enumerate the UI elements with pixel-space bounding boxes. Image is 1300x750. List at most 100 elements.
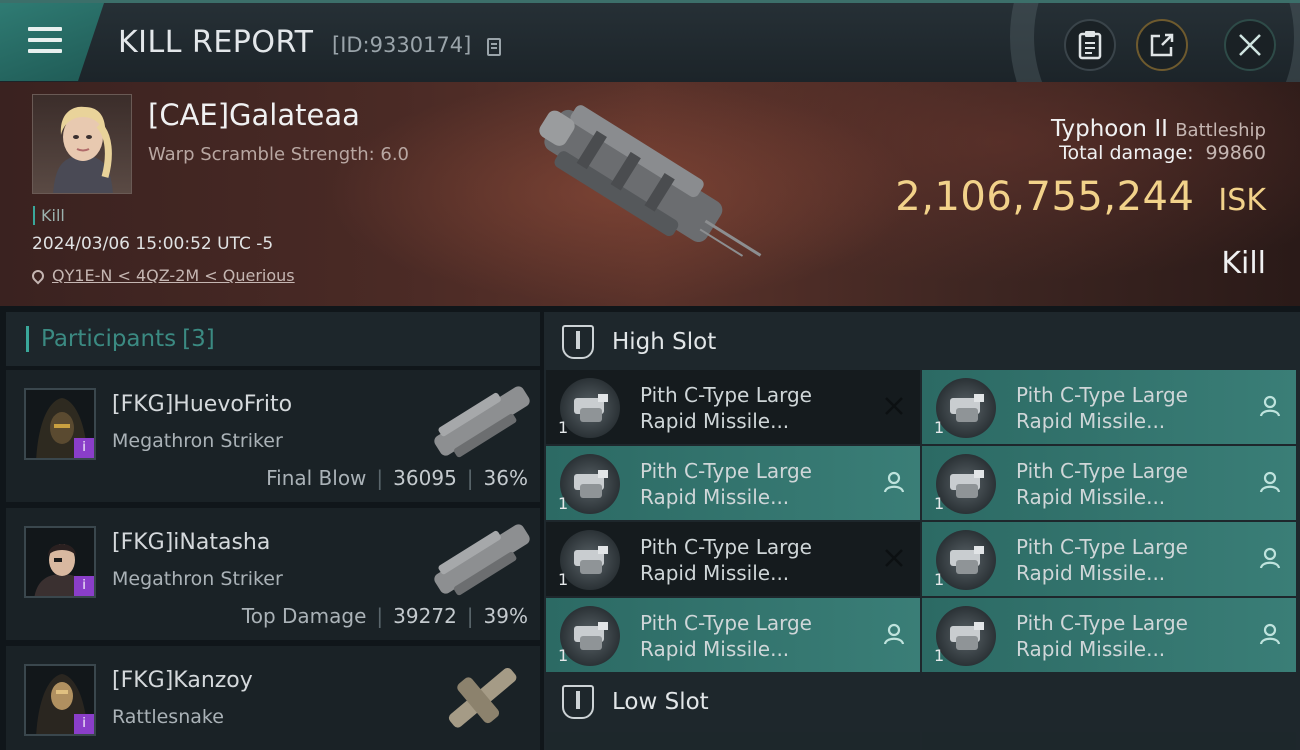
module-name-line1: Pith C-Type Large [1016, 535, 1188, 559]
avatar[interactable]: i [24, 526, 96, 598]
victim-ship[interactable]: Typhoon II Battleship [1051, 116, 1266, 142]
participant-damage: Top Damage | 39272 | 39% [241, 604, 528, 628]
participants-header: Participants [3] [6, 312, 540, 366]
damage-value: 39272 [393, 604, 457, 628]
module-name-line2: Rapid Missile... [640, 561, 790, 585]
module-name-line2: Rapid Missile... [640, 485, 790, 509]
kill-location[interactable]: QY1E-N < 4QZ-2M < Querious [29, 266, 295, 285]
high-slot-header: High Slot [544, 314, 1300, 370]
missile-launcher-icon [560, 530, 620, 590]
participant-name[interactable]: [FKG]Kanzoy [112, 668, 253, 693]
location-pin-icon [29, 267, 47, 284]
damage-value: 36095 [393, 466, 457, 490]
module-name-line1: Pith C-Type Large [640, 383, 812, 407]
person-icon [1259, 547, 1281, 569]
participant-ship-image [448, 667, 517, 728]
participant-row[interactable]: i [FKG]iNatasha Megathron Striker Top Da… [6, 508, 540, 640]
module-item[interactable]: 1 Pith C-Type Large Rapid Missile... [546, 598, 920, 672]
module-item-partial[interactable] [546, 732, 920, 750]
missile-launcher-icon [560, 454, 620, 514]
isk-value: 2,106,755,244 [895, 174, 1195, 220]
module-item-partial[interactable] [922, 732, 1296, 750]
missile-launcher-icon [936, 454, 996, 514]
total-damage-label: Total damage: [1059, 142, 1194, 164]
header-accent-bar [26, 326, 29, 352]
missile-launcher-icon [560, 378, 620, 438]
low-slot-icon [562, 685, 594, 719]
module-item[interactable]: 1 Pith C-Type Large Rapid Missile... [546, 370, 920, 444]
module-name: Pith C-Type Large Rapid Missile... [640, 382, 890, 434]
missile-launcher-icon [936, 606, 996, 666]
module-quantity: 1 [934, 494, 945, 513]
close-button[interactable] [1224, 19, 1276, 71]
participant-row[interactable]: i [FKG]HuevoFrito Megathron Striker Fina… [6, 370, 540, 502]
isk-unit: ISK [1218, 183, 1266, 218]
title-bar: KILL REPORT [ID:9330174] [0, 0, 1300, 85]
module-name-line1: Pith C-Type Large [640, 611, 812, 635]
module-quantity: 1 [934, 418, 945, 437]
person-icon [1259, 395, 1281, 417]
total-damage-value: 99860 [1205, 142, 1266, 164]
participants-title: Participants [41, 326, 177, 352]
kill-result: Kill [1221, 246, 1266, 281]
module-name-line2: Rapid Missile... [1016, 637, 1166, 661]
copy-icon[interactable] [487, 38, 501, 56]
kill-type-tag: Kill [33, 206, 65, 225]
isk-value-row: 2,106,755,244 ISK [895, 174, 1266, 220]
module-name-line2: Rapid Missile... [1016, 561, 1166, 585]
destroyed-icon [885, 397, 903, 415]
ship-name: Typhoon II [1051, 116, 1168, 142]
module-quantity: 1 [934, 570, 945, 589]
module-item[interactable]: 1 Pith C-Type Large Rapid Missile... [922, 370, 1296, 444]
share-icon [1150, 33, 1174, 57]
missile-launcher-icon [936, 378, 996, 438]
corp-badge-icon: i [74, 438, 94, 458]
avatar[interactable]: i [24, 388, 96, 460]
participant-name[interactable]: [FKG]iNatasha [112, 530, 270, 555]
person-icon [1259, 471, 1281, 493]
module-item[interactable]: 1 Pith C-Type Large Rapid Missile... [922, 522, 1296, 596]
module-name: Pith C-Type Large Rapid Missile... [640, 534, 890, 586]
participants-count: [3] [182, 326, 215, 352]
avatar[interactable]: i [24, 664, 96, 736]
high-slot-title: High Slot [612, 329, 717, 355]
module-item[interactable]: 1 Pith C-Type Large Rapid Missile... [546, 446, 920, 520]
module-name: Pith C-Type Large Rapid Missile... [1016, 610, 1266, 662]
module-name: Pith C-Type Large Rapid Missile... [640, 458, 890, 510]
participant-name[interactable]: [FKG]HuevoFrito [112, 392, 292, 417]
participant-ship: Megathron Striker [112, 568, 283, 590]
victim-ship-image [539, 105, 762, 257]
corp-badge-icon: i [74, 714, 94, 734]
participants-panel: Participants [3] i [FKG]HuevoFrito Megat… [6, 312, 540, 750]
person-icon [883, 471, 905, 493]
missile-launcher-icon [936, 530, 996, 590]
module-name-line1: Pith C-Type Large [640, 535, 812, 559]
victim-banner: [CAE]Galateaa Warp Scramble Strength: 6.… [0, 82, 1300, 306]
clipboard-button[interactable] [1064, 19, 1116, 71]
module-quantity: 1 [558, 646, 569, 665]
missile-launcher-icon [560, 606, 620, 666]
module-name: Pith C-Type Large Rapid Missile... [640, 610, 890, 662]
module-item[interactable]: 1 Pith C-Type Large Rapid Missile... [546, 522, 920, 596]
module-name: Pith C-Type Large Rapid Missile... [1016, 458, 1266, 510]
location-link[interactable]: QY1E-N < 4QZ-2M < Querious [52, 266, 295, 285]
menu-button[interactable] [0, 3, 104, 81]
participant-ship-image [434, 524, 530, 596]
module-name-line1: Pith C-Type Large [1016, 611, 1188, 635]
module-quantity: 1 [558, 570, 569, 589]
victim-name[interactable]: [CAE]Galateaa [148, 98, 360, 132]
module-quantity: 1 [558, 418, 569, 437]
person-icon [883, 623, 905, 645]
damage-label: Final Blow [266, 466, 367, 490]
participant-row[interactable]: i [FKG]Kanzoy Rattlesnake [6, 646, 540, 750]
module-item[interactable]: 1 Pith C-Type Large Rapid Missile... [922, 446, 1296, 520]
fitting-panel: High Slot 1 Pith C-Type Large Rapid Missil… [544, 312, 1300, 750]
module-name-line1: Pith C-Type Large [1016, 383, 1188, 407]
clipboard-icon [1078, 31, 1102, 60]
ship-class: Battleship [1175, 120, 1266, 141]
share-button[interactable] [1136, 19, 1188, 71]
close-icon [1239, 34, 1261, 56]
module-item[interactable]: 1 Pith C-Type Large Rapid Missile... [922, 598, 1296, 672]
kill-timestamp: 2024/03/06 15:00:52 UTC -5 [32, 234, 274, 254]
victim-portrait[interactable] [32, 94, 132, 194]
